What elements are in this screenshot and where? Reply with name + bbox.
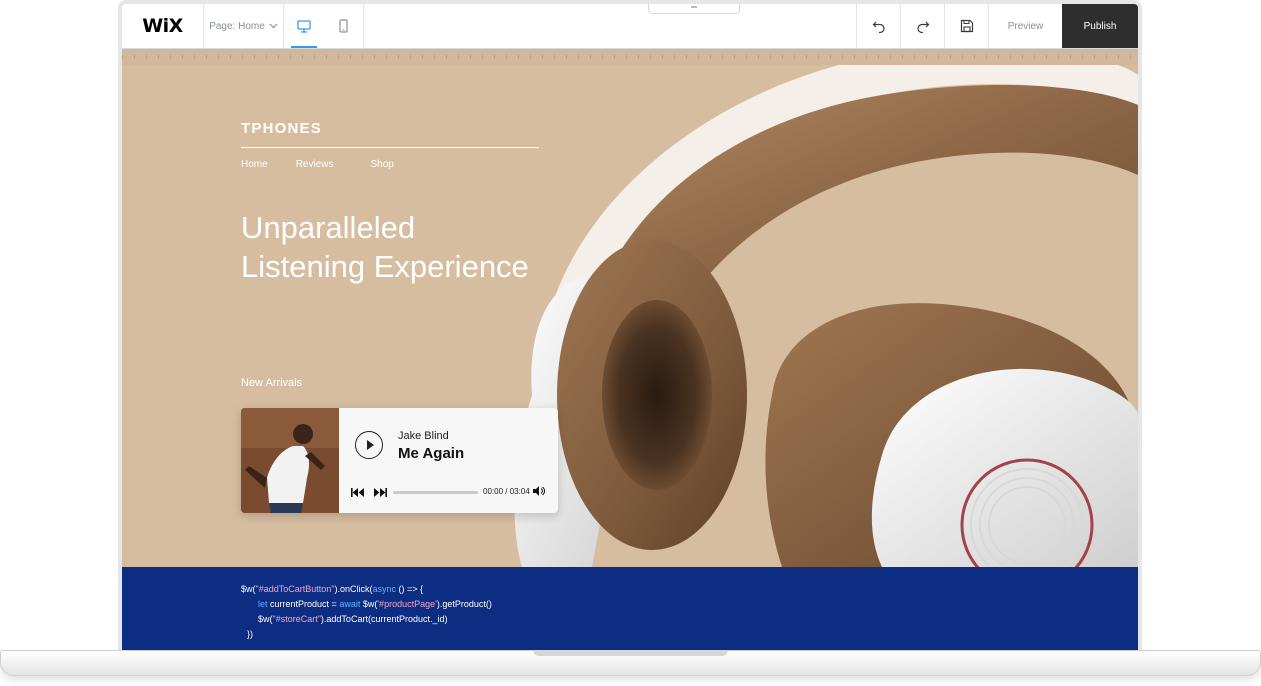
site-brand[interactable]: TPHONES bbox=[241, 120, 322, 137]
desktop-icon bbox=[297, 19, 311, 33]
publish-button[interactable]: Publish bbox=[1062, 4, 1138, 48]
play-button[interactable] bbox=[355, 431, 383, 459]
mobile-view-button[interactable] bbox=[324, 4, 364, 48]
previous-button[interactable] bbox=[351, 488, 365, 497]
redo-icon bbox=[916, 21, 929, 33]
hero-headline: Unparalleled Listening Experience bbox=[241, 208, 581, 286]
nav-item-shop[interactable]: Shop bbox=[370, 159, 393, 170]
wix-logo[interactable]: WiX bbox=[122, 4, 204, 48]
hero-headline-line-2: Listening Experience bbox=[241, 249, 529, 284]
new-arrivals-label: New Arrivals bbox=[241, 377, 303, 389]
save-button[interactable] bbox=[944, 4, 988, 48]
code-line-3: $w("#storeCart").addToCart(currentProduc… bbox=[258, 614, 448, 624]
player-progress-bar[interactable] bbox=[393, 491, 478, 494]
music-player: Jake Blind Me Again 00:00 / 03:04 bbox=[241, 408, 558, 513]
player-artist: Jake Blind bbox=[398, 430, 449, 442]
volume-button[interactable] bbox=[533, 486, 545, 496]
preview-button[interactable]: Preview bbox=[988, 4, 1062, 48]
editor-ruler bbox=[122, 49, 1138, 65]
laptop-screen: WiX Page: Home Preview Publish TPHONES H… bbox=[118, 0, 1142, 656]
hero-headline-line-1: Unparalleled bbox=[241, 210, 416, 245]
page-selector[interactable]: Page: Home bbox=[204, 4, 284, 48]
player-track-title: Me Again bbox=[398, 445, 465, 462]
redo-button[interactable] bbox=[900, 4, 944, 48]
code-line-4: }) bbox=[247, 629, 254, 639]
player-time: 00:00 / 03:04 bbox=[483, 487, 530, 496]
album-cover-image bbox=[241, 408, 339, 513]
hero-section: TPHONES Home Reviews Shop Unparalleled L… bbox=[122, 65, 1138, 567]
editor-toolbar: WiX Page: Home Preview Publish bbox=[122, 4, 1138, 49]
nav-item-reviews[interactable]: Reviews bbox=[296, 159, 334, 170]
next-button[interactable] bbox=[373, 488, 387, 497]
desktop-view-button[interactable] bbox=[284, 4, 324, 48]
toolbar-spacer bbox=[364, 4, 856, 48]
code-line-2: let currentProduct = await $w('#productP… bbox=[258, 599, 492, 609]
toolbar-drag-handle[interactable] bbox=[648, 4, 740, 14]
chevron-down-icon bbox=[269, 23, 278, 29]
site-nav: Home Reviews Shop bbox=[241, 159, 394, 170]
laptop-notch bbox=[533, 650, 728, 656]
save-icon bbox=[960, 19, 973, 33]
nav-item-home[interactable]: Home bbox=[241, 159, 268, 170]
device-switcher bbox=[284, 4, 364, 48]
page-selector-label: Page: Home bbox=[209, 20, 265, 32]
code-panel: $w("#addToCartButton").onClick(async () … bbox=[122, 567, 1138, 656]
undo-icon bbox=[872, 21, 885, 33]
undo-button[interactable] bbox=[856, 4, 900, 48]
mobile-icon bbox=[339, 19, 348, 33]
code-line-1: $w("#addToCartButton").onClick(async () … bbox=[241, 584, 424, 594]
brand-divider bbox=[241, 147, 539, 148]
